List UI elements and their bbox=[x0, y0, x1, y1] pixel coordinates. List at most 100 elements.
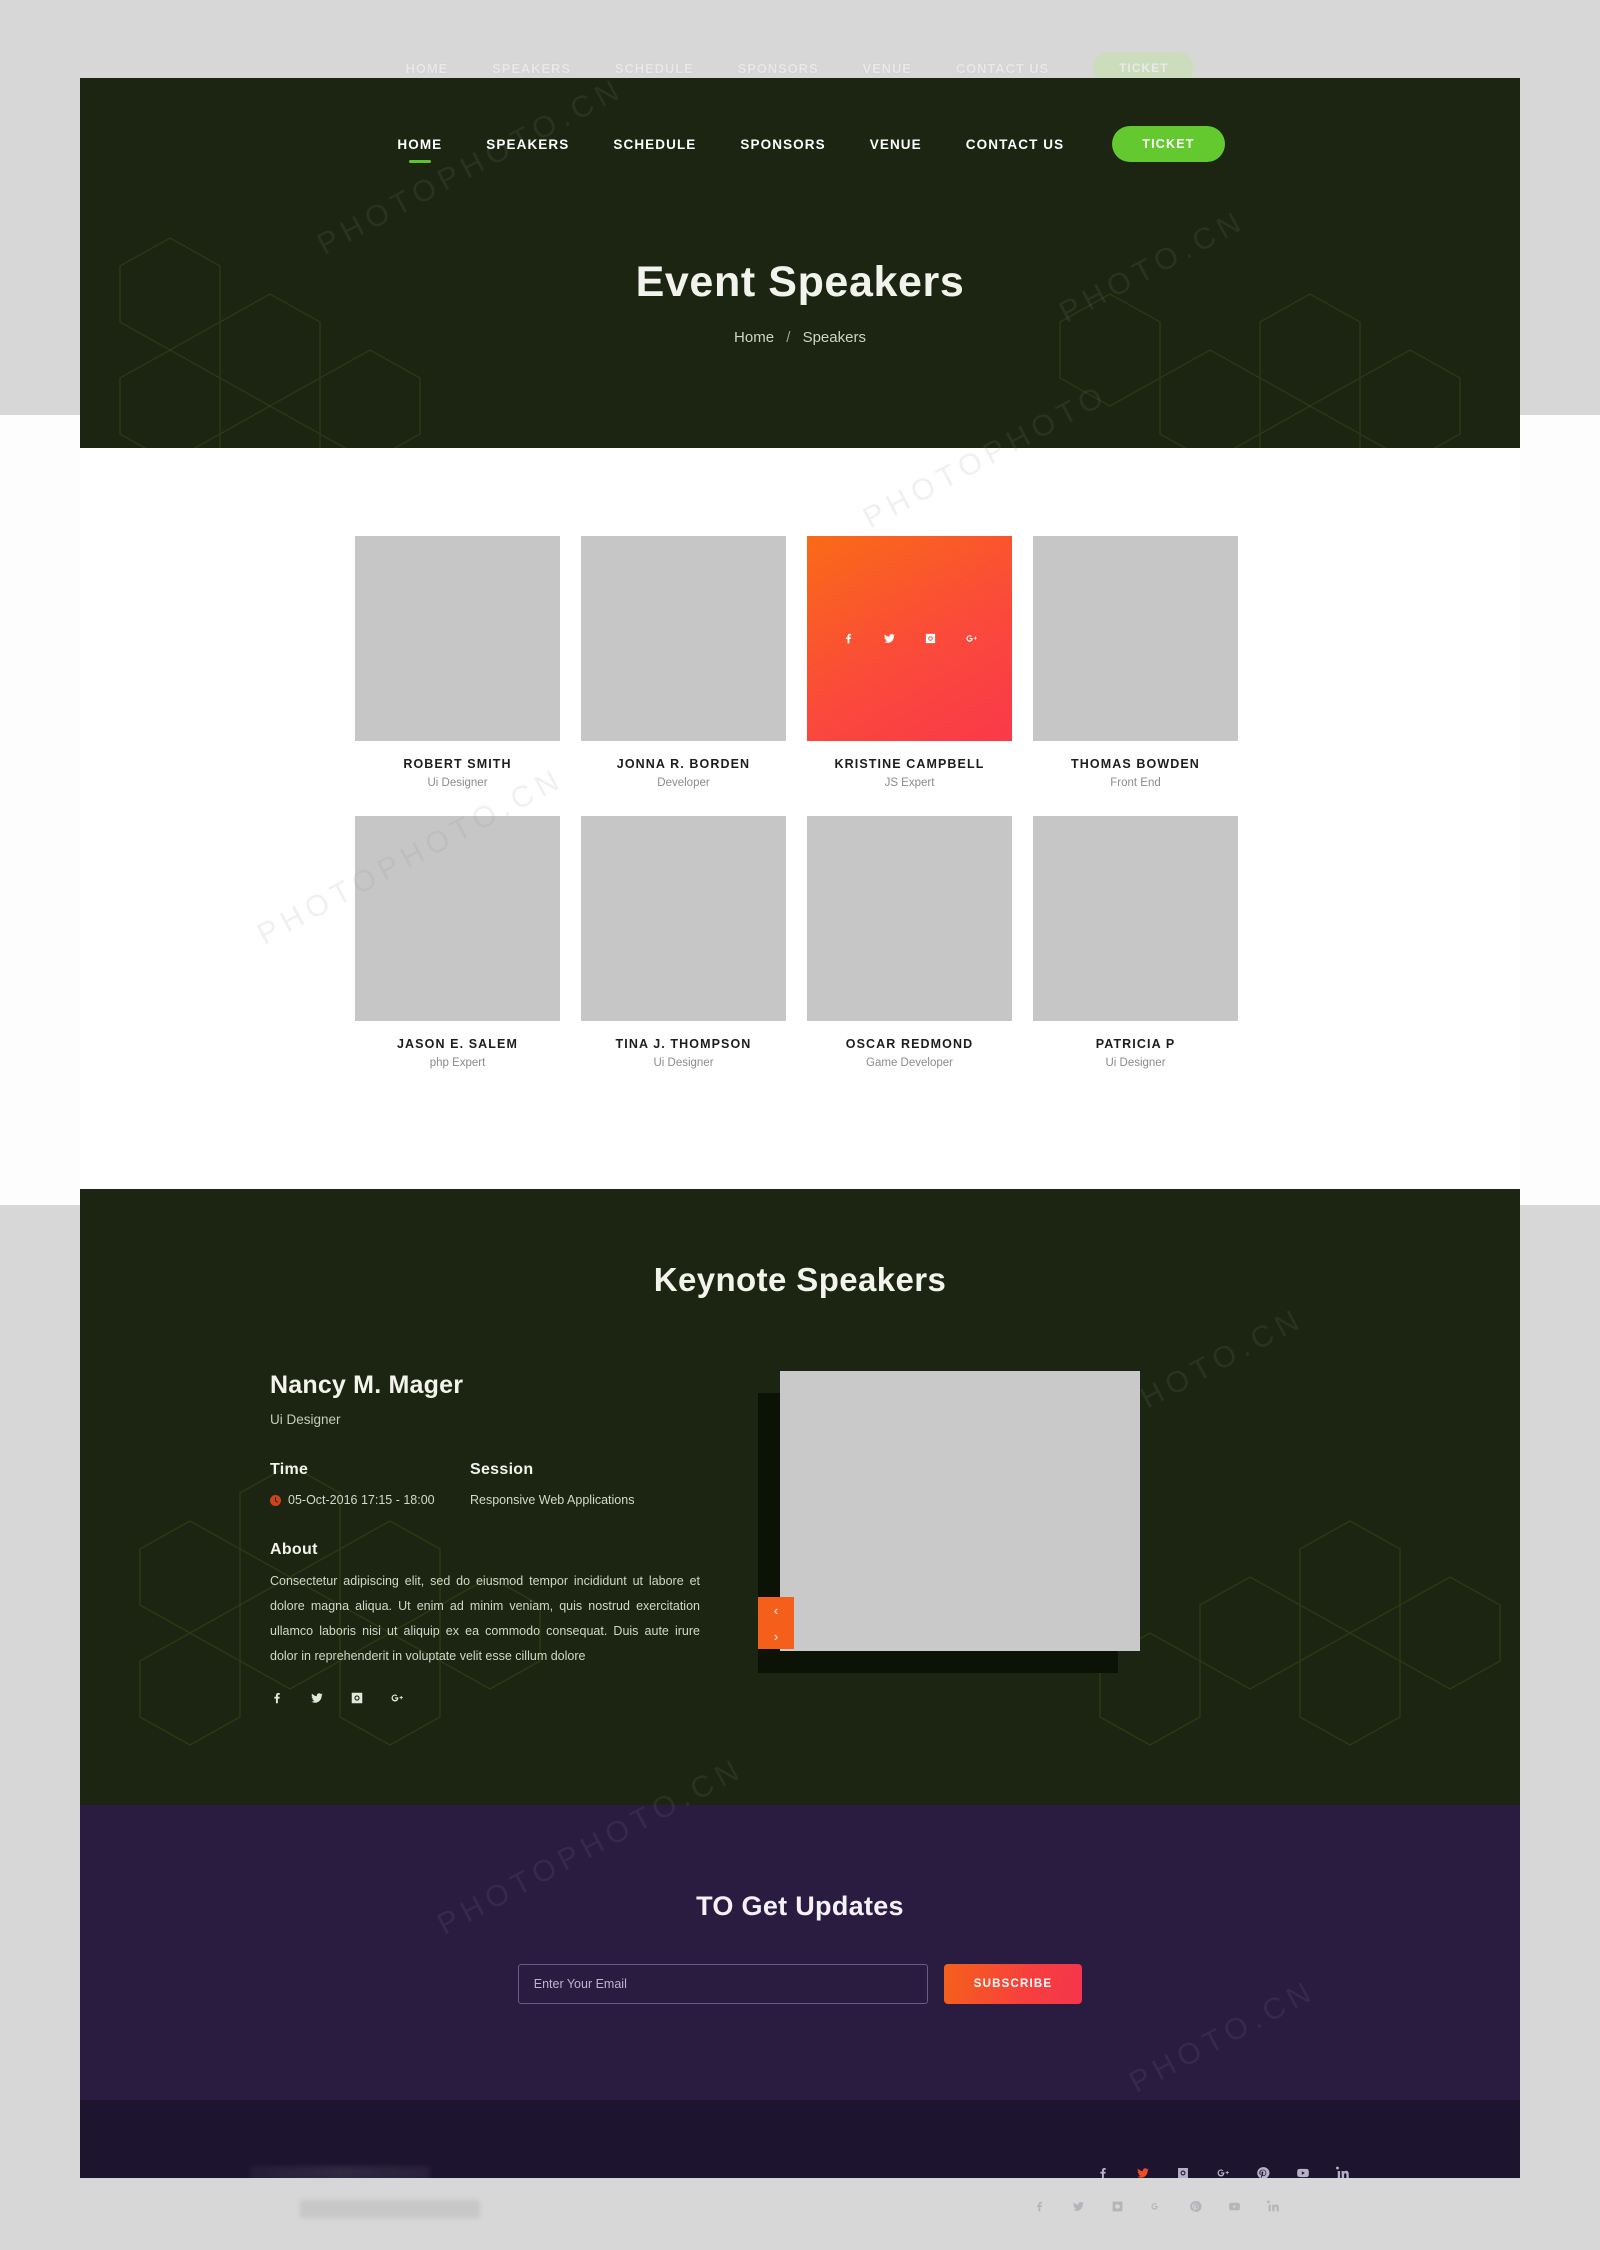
speaker-role: Game Developer bbox=[866, 1057, 953, 1069]
speaker-name: THOMAS BOWDEN bbox=[1071, 757, 1200, 771]
ghost-nav-item-venue: VENUE bbox=[862, 60, 912, 76]
speaker-social-links bbox=[807, 632, 1012, 646]
keynote-about-text: Consectetur adipiscing elit, sed do eius… bbox=[270, 1574, 700, 1663]
clock-icon bbox=[270, 1494, 281, 1506]
copyright-text bbox=[250, 2166, 430, 2178]
keynote-details: Nancy M. Mager Ui Designer Time 05-Oct-2… bbox=[270, 1371, 700, 1710]
keynote-about-label: About bbox=[270, 1541, 318, 1558]
nav-item-contact-us[interactable]: CONTACT US bbox=[966, 137, 1065, 152]
ghost-footer-socials bbox=[1033, 2200, 1280, 2213]
speaker-photo[interactable] bbox=[807, 536, 1012, 741]
keynote-time-value: 05-Oct-2016 17:15 - 18:00 bbox=[288, 1493, 435, 1507]
keynote-section: Keynote Speakers Nancy M. Mager Ui Desig… bbox=[80, 1189, 1520, 1805]
speaker-name: PATRICIA P bbox=[1095, 1037, 1176, 1051]
facebook-icon[interactable] bbox=[1096, 2166, 1110, 2179]
ghost-nav-item-contact-us: CONTACT US bbox=[955, 60, 1050, 76]
speakers-grid: ROBERT SMITH Ui Designer JONNA R. BORDEN De… bbox=[355, 536, 1245, 1069]
page-title: Event Speakers bbox=[635, 258, 965, 306]
breadcrumb-current: Speakers bbox=[802, 329, 866, 346]
keynote-session-label: Session bbox=[470, 1461, 534, 1478]
speaker-role: Developer bbox=[657, 777, 710, 789]
keynote-meta: Time 05-Oct-2016 17:15 - 18:00 Session R… bbox=[270, 1461, 700, 1507]
carousel-next-button[interactable]: › bbox=[758, 1623, 794, 1649]
keynote-social-links bbox=[270, 1691, 700, 1710]
speaker-card[interactable]: PATRICIA P Ui Designer bbox=[1033, 816, 1238, 1069]
keynote-time-label: Time bbox=[270, 1461, 309, 1478]
keynote-time-value-row: 05-Oct-2016 17:15 - 18:00 bbox=[270, 1493, 470, 1507]
speaker-card[interactable]: JONNA R. BORDEN Developer bbox=[581, 536, 786, 789]
hero-section: HOME SPEAKERS SCHEDULE SPONSORS VENUE CO… bbox=[80, 78, 1520, 448]
google-plus-icon[interactable] bbox=[390, 1691, 404, 1710]
youtube-icon[interactable] bbox=[1296, 2166, 1310, 2179]
google-plus-icon[interactable] bbox=[964, 632, 978, 646]
speaker-card[interactable]: THOMAS BOWDEN Front End bbox=[1033, 536, 1238, 789]
speaker-role: php Expert bbox=[429, 1057, 486, 1069]
speaker-role: Ui Designer bbox=[427, 777, 488, 789]
subscribe-section: TO Get Updates SUBSCRIBE bbox=[80, 1805, 1520, 2100]
nav-item-schedule[interactable]: SCHEDULE bbox=[613, 137, 696, 152]
speaker-role: JS Expert bbox=[884, 777, 935, 789]
speaker-photo[interactable] bbox=[355, 536, 560, 741]
keynote-speaker-role: Ui Designer bbox=[270, 1412, 341, 1427]
subscribe-form: SUBSCRIBE bbox=[80, 1964, 1520, 2004]
speaker-photo[interactable] bbox=[581, 816, 786, 1021]
speaker-card[interactable]: KRISTINE CAMPBELL JS Expert bbox=[807, 536, 1012, 789]
speaker-photo[interactable] bbox=[807, 816, 1012, 1021]
keynote-session-value: Responsive Web Applications bbox=[470, 1493, 635, 1507]
speaker-card[interactable]: JASON E. SALEM php Expert bbox=[355, 816, 560, 1069]
nav-item-sponsors[interactable]: SPONSORS bbox=[740, 137, 825, 152]
keynote-speaker-photo bbox=[780, 1371, 1140, 1651]
pinterest-icon[interactable] bbox=[1256, 2166, 1270, 2178]
facebook-icon[interactable] bbox=[270, 1691, 284, 1710]
nav-item-venue[interactable]: VENUE bbox=[870, 137, 922, 152]
instagram-icon[interactable] bbox=[350, 1691, 364, 1710]
google-plus-icon[interactable] bbox=[1216, 2166, 1230, 2179]
keynote-image-area: ‹ › bbox=[758, 1371, 1160, 1673]
ghost-nav-item-sponsors: SPONSORS bbox=[737, 60, 819, 76]
instagram-icon[interactable] bbox=[1176, 2166, 1190, 2179]
footer-social-links bbox=[1096, 2166, 1350, 2179]
speaker-photo[interactable] bbox=[355, 816, 560, 1021]
keynote-body: Nancy M. Mager Ui Designer Time 05-Oct-2… bbox=[270, 1371, 1330, 1710]
ghost-nav-item-home: HOME bbox=[405, 60, 449, 76]
speaker-card[interactable]: OSCAR REDMOND Game Developer bbox=[807, 816, 1012, 1069]
keynote-session-block: Session Responsive Web Applications bbox=[470, 1461, 634, 1507]
speaker-name: JONNA R. BORDEN bbox=[616, 757, 751, 771]
nav-item-speakers[interactable]: SPEAKERS bbox=[486, 137, 569, 152]
ticket-button[interactable]: TICKET bbox=[1112, 126, 1225, 162]
carousel-prev-button[interactable]: ‹ bbox=[758, 1597, 794, 1623]
nav-item-home[interactable]: HOME bbox=[397, 137, 442, 152]
keynote-speaker-name: Nancy M. Mager bbox=[270, 1371, 464, 1399]
twitter-icon[interactable] bbox=[882, 632, 896, 646]
breadcrumb-home[interactable]: Home bbox=[734, 329, 774, 346]
email-input[interactable] bbox=[517, 1964, 928, 2004]
speaker-name: OSCAR REDMOND bbox=[845, 1037, 974, 1051]
speaker-photo[interactable] bbox=[1033, 536, 1238, 741]
speaker-name: JASON E. SALEM bbox=[397, 1037, 518, 1051]
keynote-time-block: Time 05-Oct-2016 17:15 - 18:00 bbox=[270, 1461, 470, 1507]
twitter-icon[interactable] bbox=[310, 1691, 324, 1710]
instagram-icon[interactable] bbox=[923, 632, 937, 646]
subscribe-title: TO Get Updates bbox=[696, 1891, 904, 1921]
keynote-title: Keynote Speakers bbox=[653, 1261, 947, 1298]
speaker-card[interactable]: TINA J. THOMPSON Ui Designer bbox=[581, 816, 786, 1069]
ghost-nav-item-speakers: SPEAKERS bbox=[492, 60, 571, 76]
speaker-card[interactable]: ROBERT SMITH Ui Designer bbox=[355, 536, 560, 789]
subscribe-button[interactable]: SUBSCRIBE bbox=[943, 1964, 1083, 2004]
speaker-role: Ui Designer bbox=[1105, 1057, 1166, 1069]
page-root: PHOTOPHOTO.CN PHOTO.CN PHOTOPHOTO PHOTOP… bbox=[0, 0, 1600, 2250]
speaker-role: Front End bbox=[1110, 777, 1161, 789]
breadcrumb: Home / Speakers bbox=[80, 329, 1520, 346]
facebook-icon[interactable] bbox=[841, 632, 855, 646]
ghost-nav-item-schedule: SCHEDULE bbox=[614, 60, 694, 76]
speaker-role: Ui Designer bbox=[653, 1057, 714, 1069]
twitter-icon[interactable] bbox=[1136, 2166, 1150, 2179]
site-frame: HOME SPEAKERS SCHEDULE SPONSORS VENUE CO… bbox=[80, 78, 1520, 2178]
bottom-ghost-strip bbox=[0, 2178, 1600, 2250]
speaker-name: ROBERT SMITH bbox=[403, 757, 512, 771]
linkedin-icon[interactable] bbox=[1335, 2166, 1350, 2179]
speaker-name: KRISTINE CAMPBELL bbox=[834, 757, 985, 771]
speaker-photo[interactable] bbox=[1033, 816, 1238, 1021]
speaker-name: TINA J. THOMPSON bbox=[615, 1037, 752, 1051]
speaker-photo[interactable] bbox=[581, 536, 786, 741]
